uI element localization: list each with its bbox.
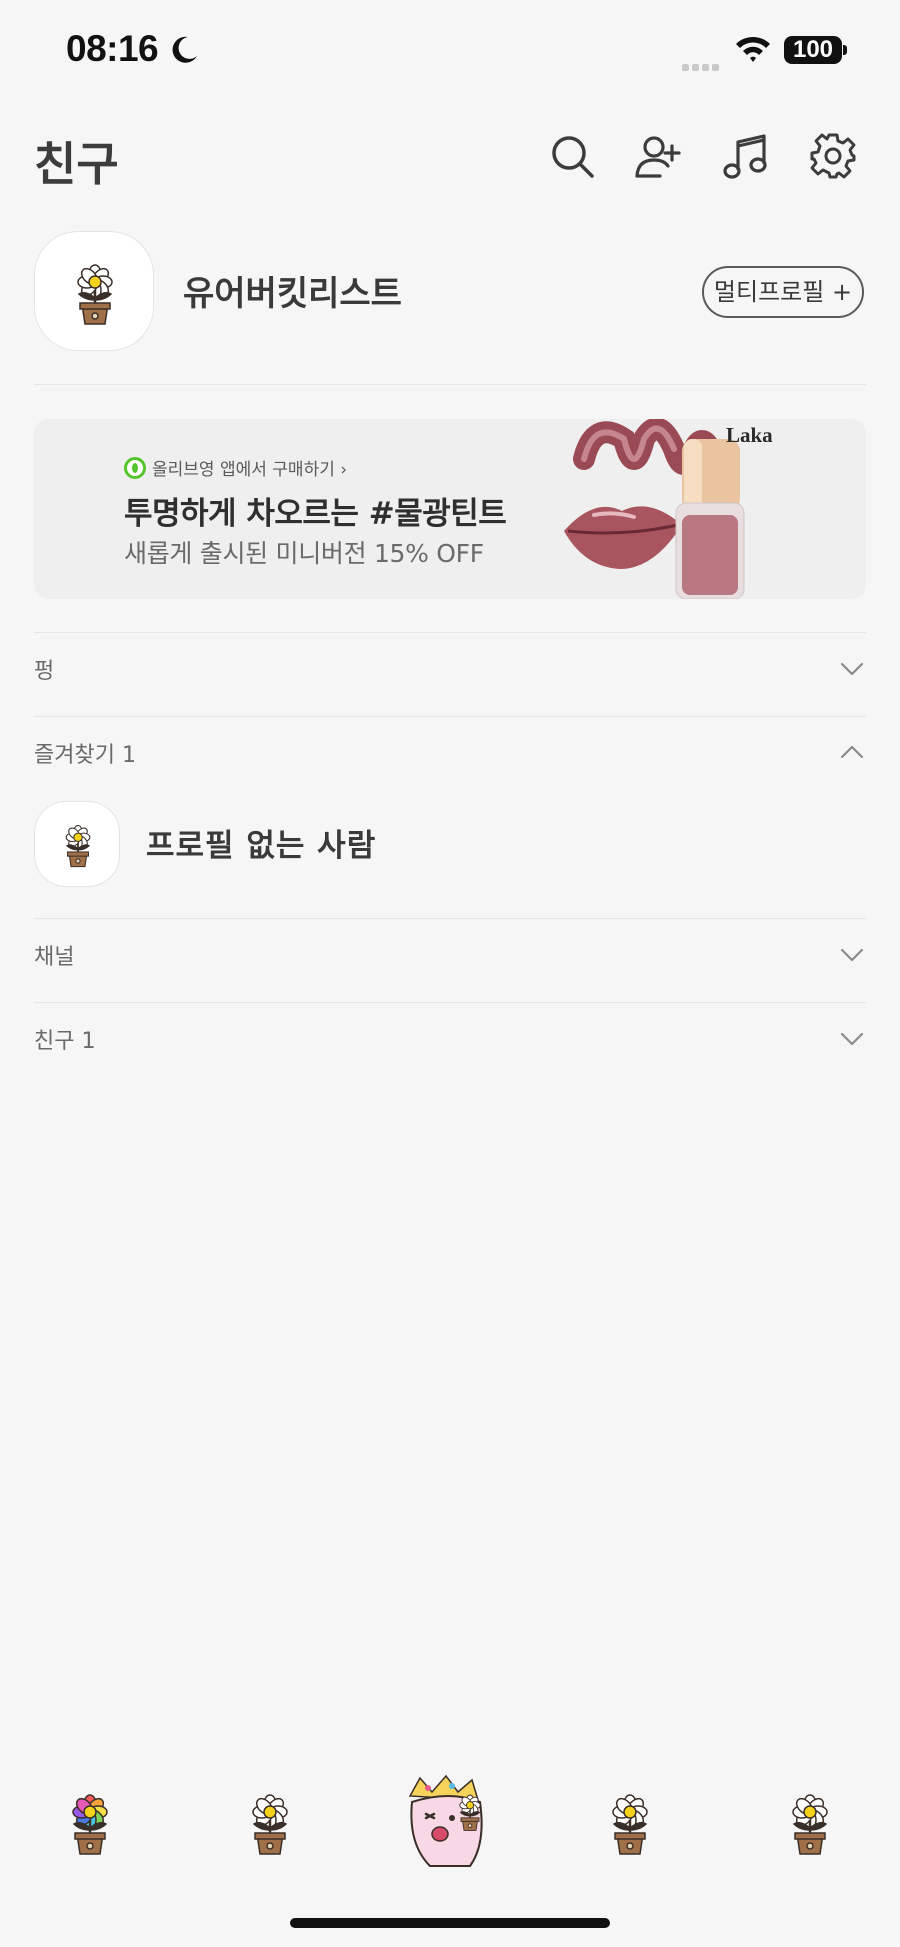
favorite-friend-name[interactable]: 프로필 없는 사람 [146, 820, 376, 865]
divider [34, 918, 866, 919]
section-header-favorites[interactable]: 즐겨찾기 1 [34, 737, 136, 769]
chevron-down-icon[interactable] [840, 1032, 864, 1046]
flower-pot-icon [791, 1793, 829, 1856]
status-time: 08:16 [66, 28, 159, 69]
add-friend-icon[interactable] [634, 132, 682, 180]
ad-source[interactable]: 올리브영 앱에서 구매하기 › [124, 455, 347, 480]
music-icon[interactable] [722, 132, 770, 180]
divider [34, 716, 866, 717]
chats-tab[interactable] [240, 1790, 300, 1860]
battery-nub [843, 45, 847, 55]
chevron-down-icon[interactable] [840, 662, 864, 676]
divider [34, 632, 866, 633]
flower-pot-icon [611, 1793, 649, 1856]
cellular-signal-icon [682, 56, 722, 75]
character-icon [408, 1774, 483, 1867]
flower-pot-icon [65, 824, 91, 868]
section-header-channels[interactable]: 채널 [34, 939, 74, 971]
section-header-friends[interactable]: 친구 1 [34, 1023, 95, 1055]
favorite-friend-avatar[interactable] [34, 801, 120, 887]
divider [34, 384, 866, 385]
friends-tab[interactable] [60, 1790, 120, 1860]
olive-young-logo-icon [124, 457, 146, 479]
divider [34, 1002, 866, 1003]
wifi-icon [736, 36, 770, 62]
chevron-right-icon: › [334, 460, 348, 480]
center-tab[interactable] [400, 1774, 500, 1874]
ad-title: 투명하게 차오르는 #물광틴트 [124, 496, 507, 532]
status-bar: 08:16 100 [0, 0, 900, 100]
home-indicator[interactable] [290, 1918, 610, 1928]
settings-gear-icon[interactable] [809, 132, 857, 180]
ad-brand-name: Laka [726, 423, 773, 447]
flower-pot-icon [76, 263, 114, 326]
rainbow-flower-pot-icon [72, 1794, 108, 1855]
more-tab[interactable] [780, 1790, 840, 1860]
flower-pot-icon [251, 1793, 289, 1856]
ad-subtitle: 새롭게 출시된 미니버전 15% OFF [124, 539, 484, 568]
my-profile-name[interactable]: 유어버킷리스트 [183, 266, 402, 315]
ad-banner[interactable]: 올리브영 앱에서 구매하기 › 투명하게 차오르는 #물광틴트 새롭게 출시된 … [34, 419, 866, 599]
page-title: 친구 [34, 137, 119, 191]
battery-indicator: 100 [784, 36, 842, 64]
chevron-down-icon[interactable] [840, 948, 864, 962]
moon-icon [172, 36, 197, 63]
ad-source-text: 올리브영 앱에서 구매하기 [152, 460, 335, 480]
multi-profile-button[interactable]: 멀티프로필 + [702, 266, 864, 318]
shopping-tab[interactable] [600, 1790, 660, 1860]
chevron-up-icon[interactable] [840, 745, 864, 759]
my-profile-avatar[interactable] [34, 231, 154, 351]
section-header-pung[interactable]: 펑 [34, 653, 54, 685]
search-icon[interactable] [548, 132, 596, 180]
